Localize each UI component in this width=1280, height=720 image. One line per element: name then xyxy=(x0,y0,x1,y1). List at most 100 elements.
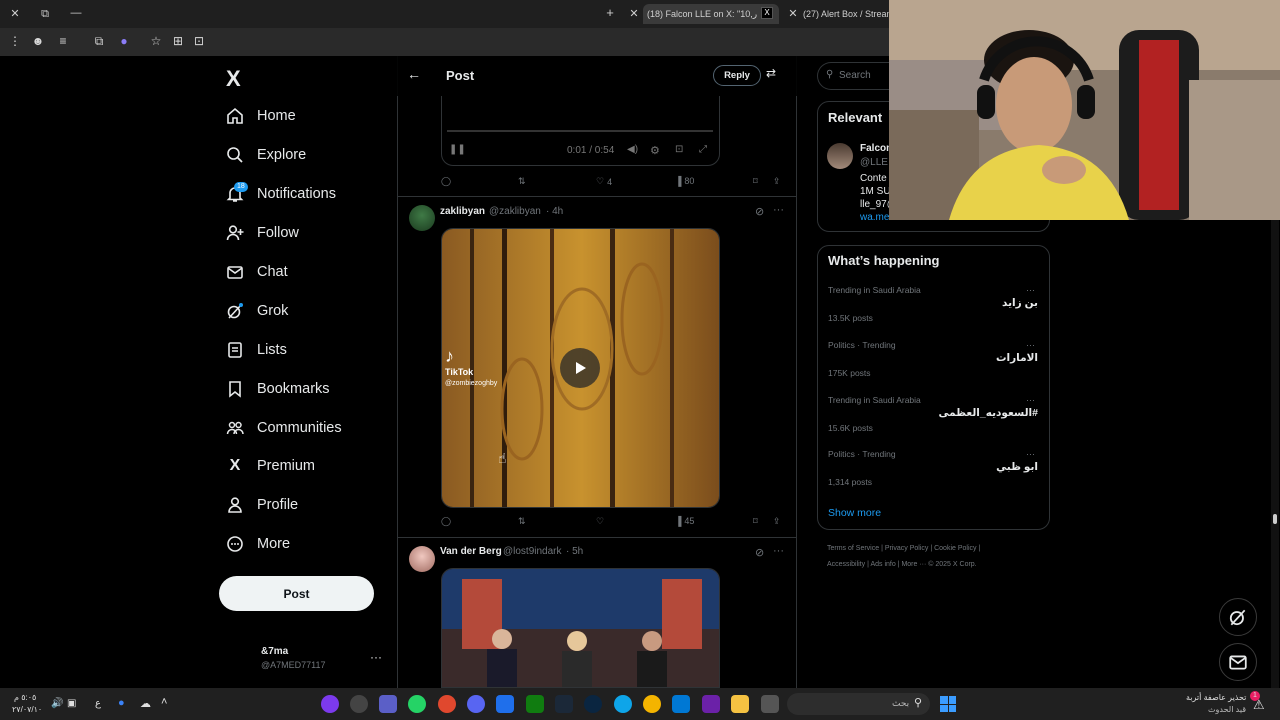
views-button[interactable]: ▐ 80 xyxy=(675,176,694,186)
restore-window-icon[interactable]: ⧉ xyxy=(38,7,52,21)
back-arrow-icon[interactable]: ← xyxy=(407,66,421,82)
pause-icon[interactable]: ❚❚ xyxy=(449,144,466,155)
store-app-icon[interactable] xyxy=(496,695,514,713)
nav-item-lists[interactable]: Lists xyxy=(226,337,287,363)
tweet-author-handle[interactable]: @zaklibyan xyxy=(489,206,541,217)
language-indicator[interactable]: ع xyxy=(95,698,101,709)
like-button[interactable]: ♡ 4 xyxy=(596,176,612,187)
reply-icon[interactable]: ◯ xyxy=(441,176,451,187)
nav-item-profile[interactable]: Profile xyxy=(226,492,298,518)
reply-button[interactable]: Reply xyxy=(713,65,761,86)
grok-tweet-icon-2[interactable]: ⊘ xyxy=(755,546,764,559)
share-icon[interactable]: ⊡ xyxy=(192,34,206,48)
account-more-icon[interactable]: ··· xyxy=(370,650,382,664)
discord-app-icon[interactable] xyxy=(467,695,485,713)
post-button[interactable]: Post xyxy=(219,576,374,611)
nav-item-chat[interactable]: Chat xyxy=(226,259,288,285)
relevant-avatar[interactable] xyxy=(827,143,853,169)
teams-app-icon[interactable] xyxy=(379,695,397,713)
mic-tray-icon[interactable]: ● xyxy=(118,697,125,709)
new-tab-button[interactable]: + xyxy=(603,6,617,20)
relevant-user-name[interactable]: Falcon xyxy=(860,143,892,154)
tweet-time[interactable]: · 4h xyxy=(546,206,563,217)
nav-item-premium[interactable]: X Premium xyxy=(226,453,315,479)
nav-item-more[interactable]: More xyxy=(226,531,290,557)
player-progress-bar[interactable] xyxy=(447,130,713,132)
menu-dots-icon[interactable]: ⋮ xyxy=(8,34,22,48)
nav-item-bookmarks[interactable]: Bookmarks xyxy=(226,376,330,402)
weather-warning-icon[interactable]: ⚠ xyxy=(1253,697,1265,713)
fullscreen-icon[interactable]: ⤢ xyxy=(699,144,707,155)
star-icon[interactable]: ☆ xyxy=(149,34,163,48)
relevant-user-handle[interactable]: @LLE xyxy=(860,157,888,168)
trend-name[interactable]: بن زايد xyxy=(1002,297,1038,309)
tab-alert-box[interactable]: (27) Alert Box / Streamla xyxy=(799,4,889,24)
clock-date[interactable]: ٢٧/٠٧/١٠ xyxy=(12,705,42,714)
nav-item-communities[interactable]: Communities xyxy=(226,415,342,441)
footer-links-2[interactable]: Accessibility | Ads info | More ··· © 20… xyxy=(827,561,977,568)
volume-icon[interactable]: ◀) xyxy=(627,144,638,155)
tab-close-icon-2[interactable]: ✕ xyxy=(786,7,800,21)
trend-name-3[interactable]: #السعوديه_العظمى xyxy=(939,407,1038,419)
settings-icon[interactable]: ⚙ xyxy=(650,144,660,157)
share-action-icon-2[interactable]: ⇪ xyxy=(773,516,781,527)
chevron-up-icon[interactable]: ˄ xyxy=(161,696,167,708)
tweet-author-name[interactable]: zaklibyan xyxy=(440,206,485,217)
heart-icon-2[interactable]: ♡ xyxy=(596,516,604,527)
messages-fab-button[interactable] xyxy=(1219,643,1257,681)
profile-extension-icon[interactable]: ● xyxy=(117,34,131,48)
more-icon-2[interactable]: ··· xyxy=(773,545,784,557)
extensions-icon[interactable]: ⧉ xyxy=(92,34,106,49)
trend-more-icon[interactable]: ··· xyxy=(1026,285,1035,295)
file-explorer-icon[interactable] xyxy=(731,695,749,713)
scrollbar-thumb[interactable] xyxy=(1273,514,1277,524)
account-name[interactable]: &7ma xyxy=(261,646,288,657)
nav-item-explore[interactable]: Explore xyxy=(226,142,306,168)
translate-icon[interactable]: ⊞ xyxy=(171,34,185,48)
media-queue-icon[interactable]: ≡ xyxy=(56,34,70,48)
minimize-window-icon[interactable]: — xyxy=(69,6,83,20)
outlook-app-icon[interactable] xyxy=(672,695,690,713)
x-logo[interactable]: X xyxy=(226,66,241,92)
news-widget-line-2[interactable]: قيد الحدوث xyxy=(1208,705,1246,714)
pip-icon[interactable]: ⊡ xyxy=(675,144,683,155)
bookmark-action-icon[interactable]: ⌑ xyxy=(753,176,758,187)
app-icon-10[interactable] xyxy=(584,695,602,713)
xbox-app-icon[interactable] xyxy=(526,695,544,713)
page-scrollbar[interactable] xyxy=(1271,220,1279,688)
tab-falcon-post[interactable]: (18) Falcon LLE on X: "10,ر xyxy=(643,4,779,24)
tweet-video-2[interactable] xyxy=(441,568,720,688)
tweet-time-2[interactable]: · 5h xyxy=(566,546,583,557)
more-icon[interactable]: ··· xyxy=(773,204,784,216)
views-button-2[interactable]: ▐ 45 xyxy=(675,516,694,526)
network-tray-icon[interactable]: ▣ xyxy=(67,698,76,709)
chrome-app-icon[interactable] xyxy=(643,695,661,713)
whatsapp-app-icon[interactable] xyxy=(408,695,426,713)
trend-more-icon-3[interactable]: ··· xyxy=(1026,395,1035,405)
show-more-link[interactable]: Show more xyxy=(828,507,881,519)
volume-tray-icon[interactable]: 🔊 xyxy=(51,698,63,709)
nav-item-follow[interactable]: Follow xyxy=(226,220,299,246)
avatar[interactable] xyxy=(409,205,435,231)
tab-close-icon[interactable]: ✕ xyxy=(627,7,641,21)
trend-more-icon-4[interactable]: ··· xyxy=(1026,449,1035,459)
grok-fab-button[interactable] xyxy=(1219,598,1257,636)
tweet-author-handle-2[interactable]: @lost9indark xyxy=(503,546,562,557)
nav-item-home[interactable]: Home xyxy=(226,103,296,129)
steam-app-icon[interactable] xyxy=(555,695,573,713)
onedrive-tray-icon[interactable]: ☁ xyxy=(140,697,151,710)
windows-start-icon[interactable] xyxy=(940,696,956,712)
trend-more-icon-2[interactable]: ··· xyxy=(1026,340,1035,350)
reply-icon-2[interactable]: ◯ xyxy=(441,516,451,527)
close-window-icon[interactable]: ✕ xyxy=(8,7,22,21)
app-icon-14[interactable] xyxy=(702,695,720,713)
retweet-icon[interactable]: ⇅ xyxy=(518,176,526,187)
retweet-icon-2[interactable]: ⇅ xyxy=(518,516,526,527)
avatar-2[interactable] xyxy=(409,546,435,572)
task-view-icon[interactable] xyxy=(761,695,779,713)
extension-face-icon[interactable]: ☻ xyxy=(31,34,45,48)
footer-links[interactable]: Terms of Service | Privacy Policy | Cook… xyxy=(827,545,980,552)
share-action-icon[interactable]: ⇪ xyxy=(773,176,781,187)
trend-name-4[interactable]: ابو ظبي xyxy=(996,461,1038,473)
app-icon-2[interactable] xyxy=(350,695,368,713)
